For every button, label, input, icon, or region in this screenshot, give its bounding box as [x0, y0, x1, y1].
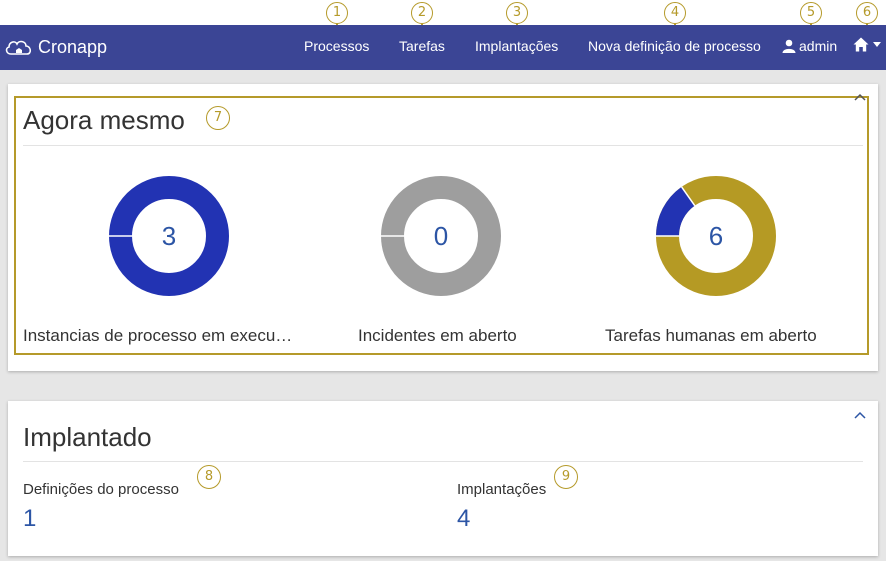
running-instances-donut[interactable]: 3 — [109, 176, 229, 296]
home-icon — [853, 37, 869, 52]
process-definitions-count[interactable]: 1 — [23, 505, 36, 533]
open-human-tasks-donut[interactable]: 6 — [656, 176, 776, 296]
deployments-count[interactable]: 4 — [457, 505, 470, 533]
nav-new-process-definition[interactable]: Nova definição de processo — [588, 38, 761, 54]
callout-marker: 3 — [506, 2, 528, 24]
chevron-up-icon[interactable] — [854, 93, 866, 101]
nav-home-menu[interactable] — [853, 37, 881, 52]
now-panel: Agora mesmo 7 3 Instancias de processo e… — [8, 84, 878, 371]
top-strip — [0, 0, 886, 25]
callout-marker: 7 — [206, 106, 230, 130]
callout-marker: 9 — [554, 465, 578, 489]
open-human-tasks-count: 6 — [708, 221, 724, 251]
nav-processes[interactable]: Processos — [304, 38, 369, 54]
nav-deployments[interactable]: Implantações — [475, 38, 558, 54]
deployments-label: Implantações — [457, 481, 547, 498]
user-icon — [782, 39, 796, 53]
top-navbar: Cronapp Processos Tarefas Implantações N… — [0, 25, 886, 70]
callout-marker: 6 — [856, 2, 878, 24]
cloud-icon — [5, 40, 32, 55]
open-incidents-donut[interactable]: 0 — [381, 176, 501, 296]
running-instances-count: 3 — [161, 221, 177, 251]
user-name: admin — [799, 38, 838, 54]
caret-down-icon — [873, 42, 881, 47]
nav-tasks[interactable]: Tarefas — [399, 38, 445, 54]
callout-marker: 2 — [411, 2, 433, 24]
brand-name: Cronapp — [38, 36, 108, 57]
open-incidents-count: 0 — [433, 221, 449, 251]
callout-marker: 4 — [664, 2, 686, 24]
process-definitions-label: Definições do processo — [23, 481, 179, 498]
callout-marker: 8 — [197, 465, 221, 489]
running-instances-label[interactable]: Instancias de processo em execu… — [23, 326, 292, 346]
now-panel-title: Agora mesmo — [23, 105, 185, 135]
panel-divider — [23, 461, 863, 462]
deployed-panel-title: Implantado — [23, 422, 152, 452]
deployed-panel: Implantado Definições do processo 8 1 Im… — [8, 401, 878, 556]
panel-divider — [23, 145, 863, 146]
chevron-up-icon[interactable] — [854, 411, 866, 419]
callout-marker: 1 — [326, 2, 348, 24]
brand-logo[interactable]: Cronapp — [4, 35, 107, 59]
open-human-tasks-label[interactable]: Tarefas humanas em aberto — [605, 326, 817, 346]
open-incidents-label[interactable]: Incidentes em aberto — [358, 326, 517, 346]
callout-marker: 5 — [800, 2, 822, 24]
nav-user-menu[interactable]: admin — [782, 38, 837, 54]
